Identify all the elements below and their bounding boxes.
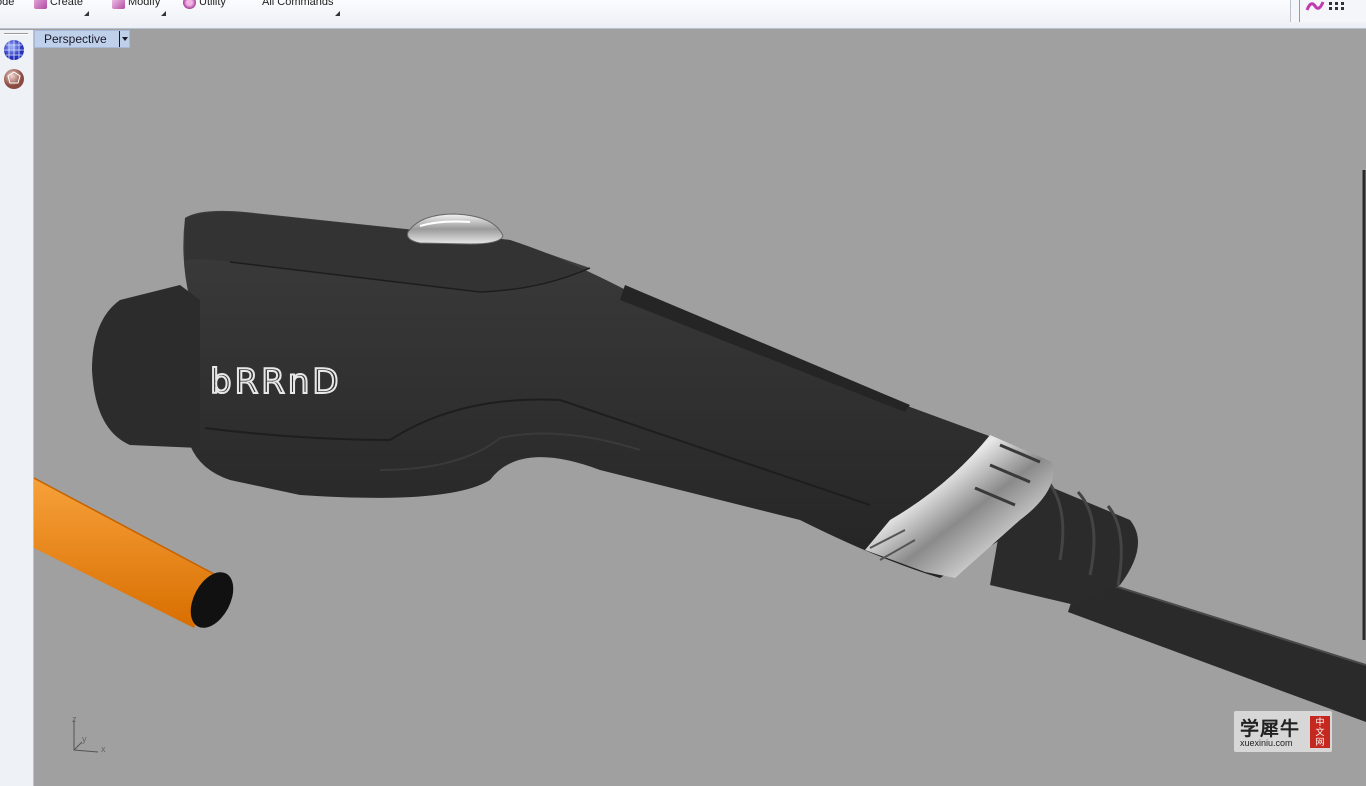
polyhedron-icon[interactable] <box>3 68 25 90</box>
utility-gear-icon <box>183 0 196 9</box>
viewport-menu-dropdown[interactable] <box>119 31 129 47</box>
modify-tool-icon <box>112 0 125 9</box>
seal-char: 中 <box>1315 717 1325 727</box>
watermark-chinese: 学犀牛 <box>1240 718 1301 740</box>
render-tool-icon[interactable] <box>1305 0 1325 12</box>
model-scene: bRRnD <box>34 170 1366 722</box>
command-toolbar: ode Create Modify Utility All Commands <box>0 0 1366 29</box>
toolbar-item-all-commands[interactable]: All Commands <box>262 0 340 16</box>
viewport-title-tab[interactable]: Perspective <box>34 30 130 48</box>
brand-logo: bRRnD <box>210 362 342 402</box>
perspective-viewport[interactable]: bRRnD Perspective z y x <box>34 30 1366 786</box>
toolbar-label: ode <box>0 0 15 8</box>
grid-points-icon[interactable] <box>1327 0 1349 12</box>
expand-triangle-icon <box>334 11 340 16</box>
viewport-title: Perspective <box>44 32 107 46</box>
toolbar-label: Utility <box>199 0 226 8</box>
world-axes-indicator: z y x <box>68 714 112 758</box>
axis-z-label: z <box>72 714 77 724</box>
toolbar-label: All Commands <box>262 0 334 8</box>
watermark: 学犀牛 xuexiniu.com 中 文 网 <box>1234 711 1332 752</box>
toolbar-grip[interactable] <box>4 33 28 35</box>
axis-x-label: x <box>101 744 106 754</box>
create-cube-icon <box>34 0 47 9</box>
axis-y-label: y <box>82 734 87 744</box>
toolbar-item-utility[interactable]: Utility <box>183 0 226 10</box>
mesh-sphere-icon[interactable] <box>3 39 25 61</box>
watermark-url: xuexiniu.com <box>1240 738 1293 748</box>
watermark-seal: 中 文 网 <box>1310 716 1330 748</box>
black-cable[interactable] <box>1068 575 1366 722</box>
right-toolbar-group <box>1290 0 1366 22</box>
seal-char: 文 <box>1315 727 1325 737</box>
expand-triangle-icon <box>84 11 90 16</box>
toolbar-item-create[interactable]: Create <box>34 0 90 16</box>
charger-nose[interactable] <box>92 285 200 448</box>
seal-char: 网 <box>1315 737 1325 747</box>
release-button[interactable] <box>407 213 504 245</box>
toolbar-separator <box>1299 0 1300 22</box>
orange-cable[interactable] <box>34 477 242 635</box>
toolbar-label: Modify <box>128 0 161 8</box>
rhino-window: ode Create Modify Utility All Commands <box>0 0 1366 786</box>
expand-triangle-icon <box>161 11 167 16</box>
side-toolbar <box>0 30 34 786</box>
toolbar-item-modify[interactable]: Modify <box>112 0 167 16</box>
toolbar-item-mode[interactable]: ode <box>0 0 14 10</box>
toolbar-label: Create <box>50 0 84 8</box>
